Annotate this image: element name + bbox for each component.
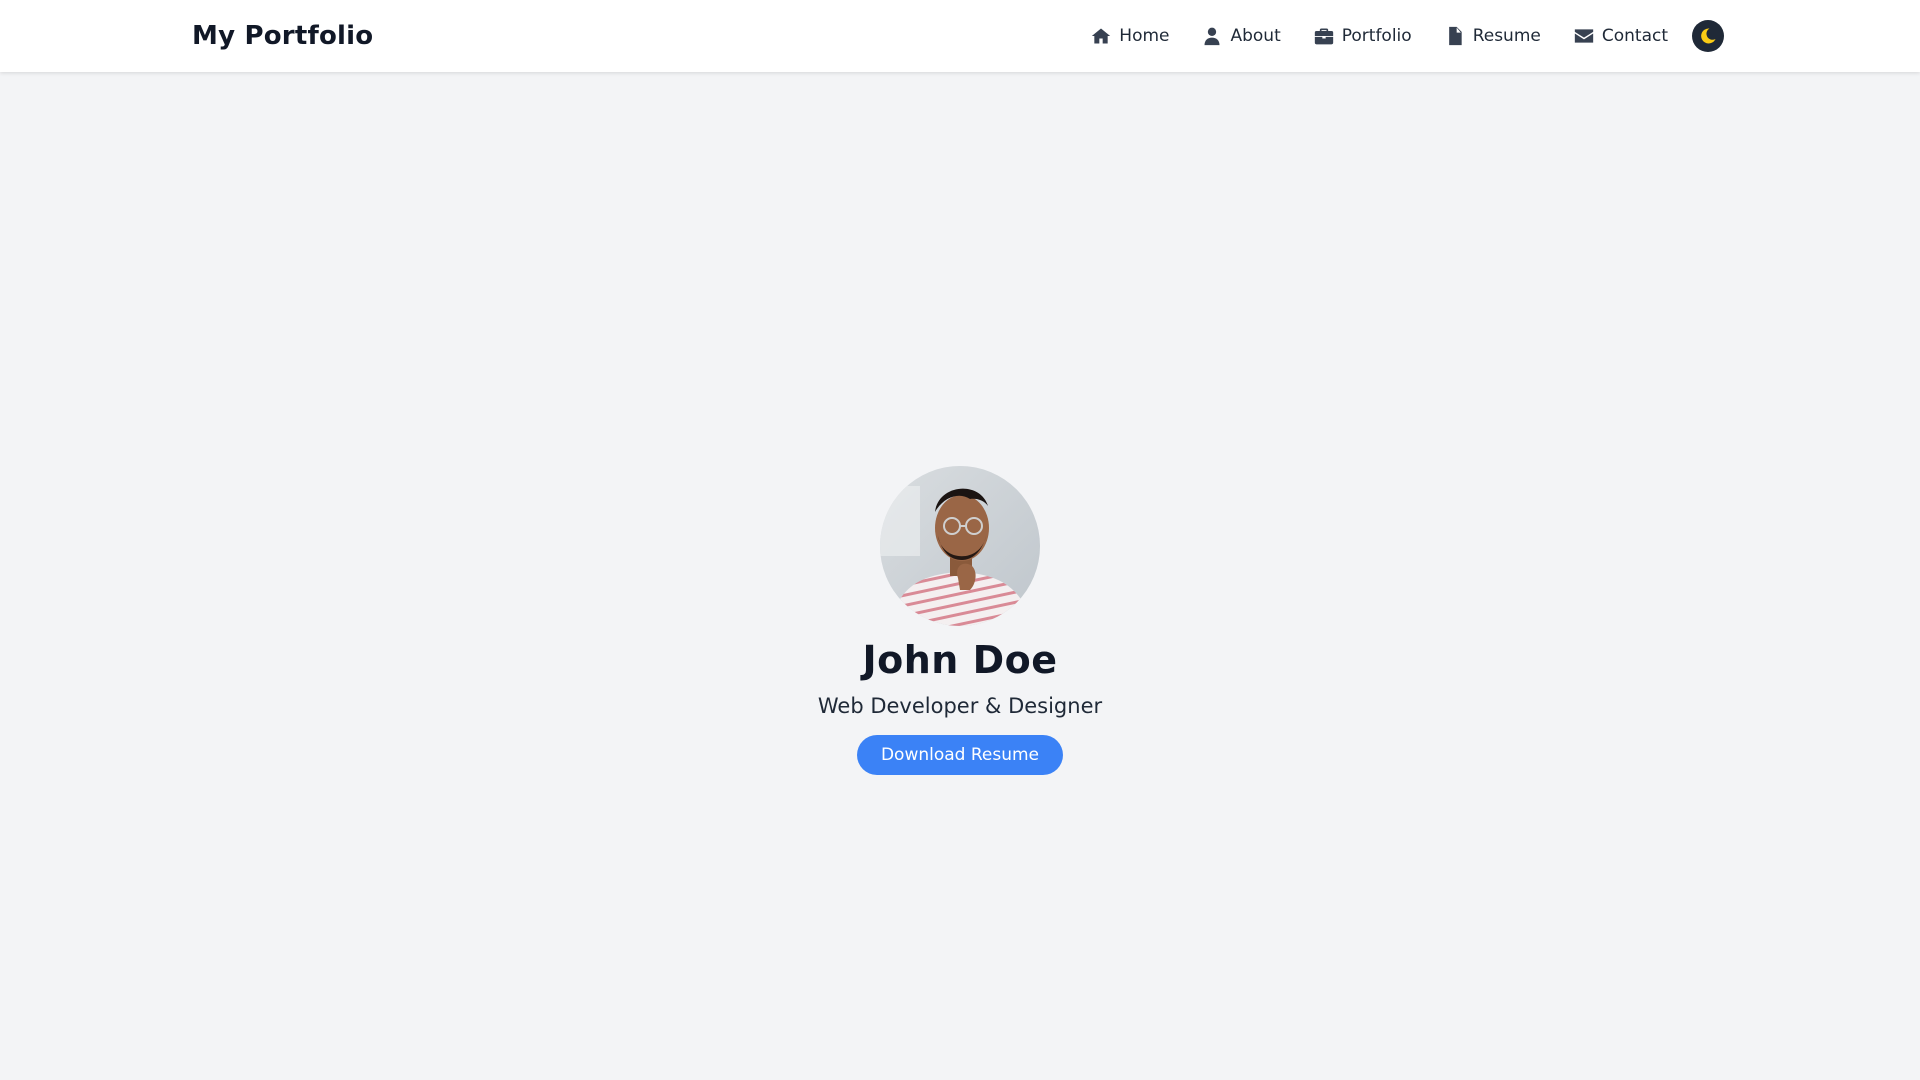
nav-contact[interactable]: Contact <box>1574 26 1668 46</box>
briefcase-icon <box>1314 28 1333 45</box>
profile-photo <box>880 466 1040 626</box>
nav-resume-label: Resume <box>1472 26 1541 46</box>
theme-toggle-button[interactable] <box>1692 20 1724 52</box>
navbar-container: My Portfolio Home About Portfolio Resume… <box>192 20 1728 52</box>
download-resume-button[interactable]: Download Resume <box>856 734 1064 775</box>
hero-section: John Doe Web Developer & Designer Downlo… <box>0 466 1920 775</box>
nav-home-label: Home <box>1119 26 1170 46</box>
profile-photo-illustration <box>880 466 1040 626</box>
envelope-icon <box>1574 29 1594 43</box>
home-icon <box>1092 28 1111 44</box>
nav-links: Home About Portfolio Resume Contact <box>1091 20 1724 52</box>
nav-contact-label: Contact <box>1601 26 1668 46</box>
nav-about-label: About <box>1230 26 1281 46</box>
profile-subtitle: Web Developer & Designer <box>817 693 1103 718</box>
nav-portfolio-label: Portfolio <box>1341 26 1412 46</box>
profile-name: John Doe <box>862 638 1058 682</box>
nav-about[interactable]: About <box>1202 26 1281 46</box>
navbar: My Portfolio Home About Portfolio Resume… <box>0 0 1920 72</box>
moon-icon <box>1701 28 1716 44</box>
nav-portfolio[interactable]: Portfolio <box>1314 26 1412 46</box>
user-icon <box>1204 27 1220 46</box>
nav-resume[interactable]: Resume <box>1445 26 1541 46</box>
brand-logo[interactable]: My Portfolio <box>192 21 373 51</box>
document-icon <box>1448 26 1462 46</box>
nav-home[interactable]: Home <box>1091 26 1169 46</box>
